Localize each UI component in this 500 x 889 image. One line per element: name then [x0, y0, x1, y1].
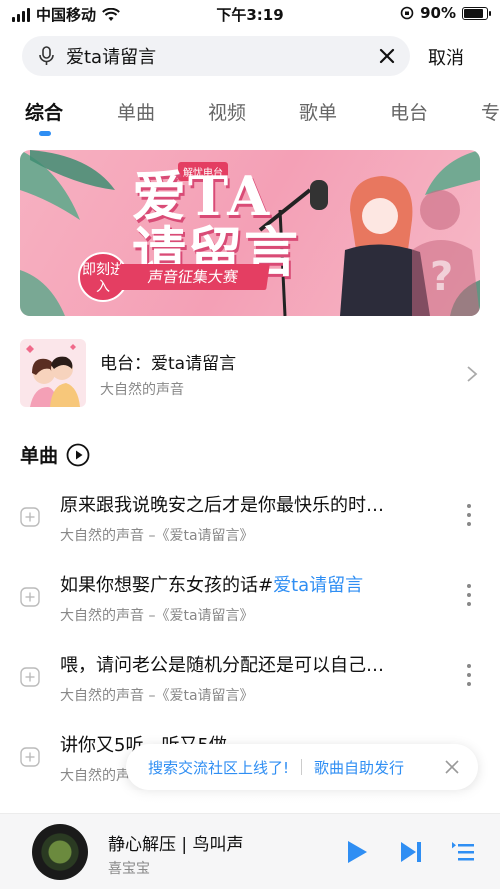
promo-banner[interactable]: ? 解忧电台 爱TA 请留言 即刻进入 声音征集大赛 — [20, 150, 480, 316]
radio-subtitle: 大自然的声音 — [100, 382, 184, 398]
play-circle-icon[interactable] — [66, 443, 90, 467]
banner-subtitle: 声音征集大赛 — [116, 264, 270, 290]
playlist-icon[interactable] — [452, 840, 474, 864]
search-highlight: 爱ta请留言 — [273, 575, 364, 596]
tab-albums[interactable]: 专 — [481, 98, 500, 125]
song-title: 如果你想娶广东女孩的话#爱ta请留言 — [60, 575, 364, 596]
tab-radio[interactable]: 电台 — [390, 98, 428, 125]
song-row[interactable]: 喂，请问老公是随机分配还是可以自己… 大自然的声音 –《爱ta请留言》 — [0, 643, 500, 721]
add-icon[interactable] — [20, 587, 40, 607]
mini-player[interactable]: 静心解压 | 鸟叫声 喜宝宝 — [0, 813, 500, 889]
search-input[interactable]: 爱ta请留言 — [66, 43, 376, 69]
svg-text:?: ? — [430, 254, 453, 300]
lock-rotation-icon — [400, 6, 414, 20]
album-art[interactable] — [32, 824, 88, 880]
cancel-button[interactable]: 取消 — [428, 44, 464, 70]
battery-percent: 90% — [420, 4, 456, 22]
song-meta: 大自然的声音 –《爱ta请留言》 — [60, 528, 254, 544]
add-icon[interactable] — [20, 507, 40, 527]
tab-videos[interactable]: 视频 — [208, 98, 246, 125]
more-icon[interactable] — [466, 503, 472, 527]
song-meta: 大自然的声音 –《爱ta请留言》 — [60, 608, 254, 624]
add-icon[interactable] — [20, 667, 40, 687]
radio-title: 电台：爱ta请留言 — [100, 354, 237, 374]
radio-result[interactable]: 电台：爱ta请留言 大自然的声音 — [20, 339, 482, 407]
radio-cover — [20, 339, 86, 407]
player-artist: 喜宝宝 — [108, 861, 150, 877]
more-icon[interactable] — [466, 583, 472, 607]
add-icon[interactable] — [20, 747, 40, 767]
play-icon[interactable] — [346, 840, 368, 864]
close-icon[interactable] — [376, 45, 398, 67]
more-icon[interactable] — [466, 663, 472, 687]
tab-bar: 综合 单曲 视频 歌单 电台 专 — [0, 96, 500, 136]
toast-community-link[interactable]: 搜索交流社区上线了! — [148, 757, 289, 778]
status-bar: 中国移动 下午3:19 90% — [0, 0, 500, 28]
tab-songs[interactable]: 单曲 — [117, 98, 155, 125]
song-title: 原来跟我说晚安之后才是你最快乐的时… — [60, 495, 384, 516]
song-title: 喂，请问老公是随机分配还是可以自己… — [60, 655, 384, 676]
section-songs-header[interactable]: 单曲 — [20, 441, 90, 468]
tab-all[interactable]: 综合 — [25, 98, 63, 125]
tab-indicator — [39, 131, 51, 136]
next-icon[interactable] — [400, 840, 422, 864]
community-toast[interactable]: 搜索交流社区上线了! 歌曲自助发行 — [126, 744, 478, 790]
tab-playlists[interactable]: 歌单 — [299, 98, 337, 125]
search-bar[interactable]: 爱ta请留言 — [22, 36, 410, 76]
battery-icon — [462, 6, 491, 20]
song-row[interactable]: 如果你想娶广东女孩的话#爱ta请留言 大自然的声音 –《爱ta请留言》 — [0, 563, 500, 641]
chevron-right-icon — [467, 366, 478, 382]
song-meta: 大自然的声音 –《爱ta请留言》 — [60, 688, 254, 704]
player-title: 静心解压 | 鸟叫声 — [108, 835, 244, 855]
song-row[interactable]: 原来跟我说晚安之后才是你最快乐的时… 大自然的声音 –《爱ta请留言》 — [0, 483, 500, 561]
list-fade — [0, 790, 500, 814]
toast-divider — [301, 759, 303, 775]
close-icon[interactable] — [444, 759, 460, 775]
mic-icon[interactable] — [36, 45, 58, 67]
section-title: 单曲 — [20, 445, 59, 467]
toast-publish-link[interactable]: 歌曲自助发行 — [314, 757, 404, 778]
